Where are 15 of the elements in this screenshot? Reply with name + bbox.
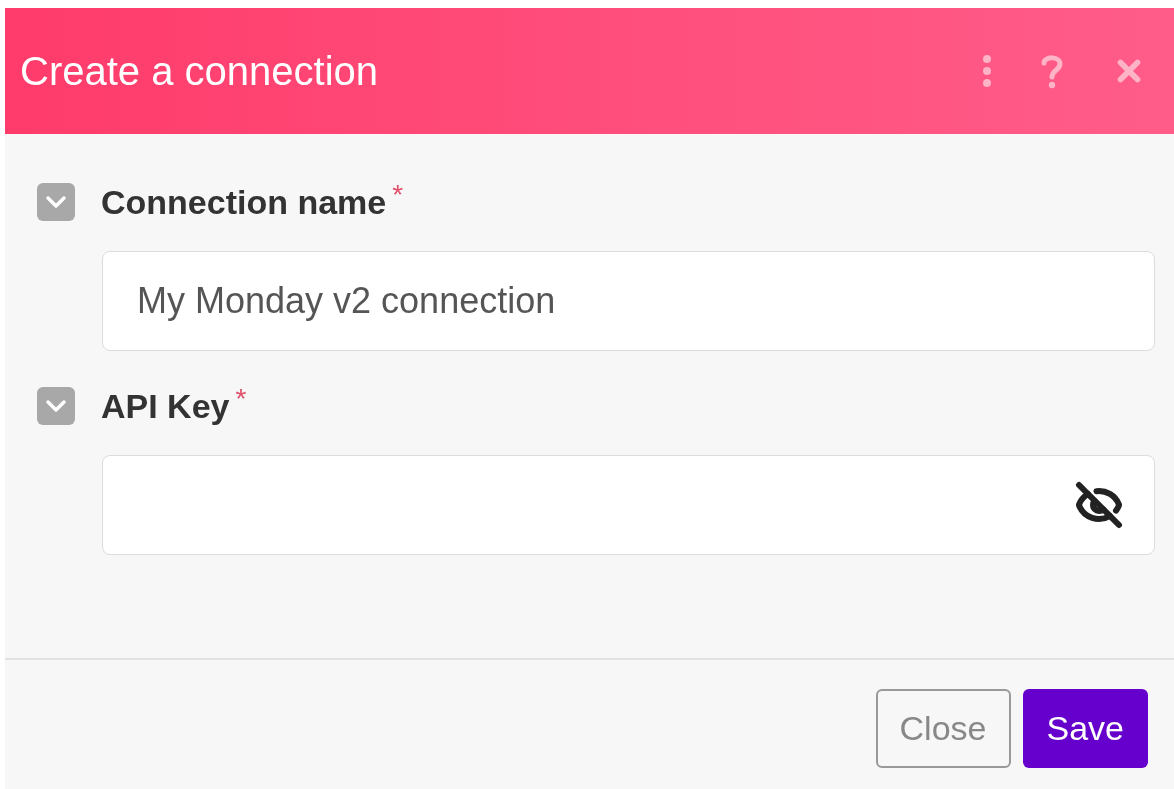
more-options-icon[interactable] [982, 54, 992, 88]
save-button[interactable]: Save [1022, 689, 1148, 768]
collapse-toggle[interactable] [37, 183, 75, 221]
input-field[interactable]: My Monday v2 connection [102, 251, 1155, 351]
required-mark: * [392, 180, 404, 209]
required-mark: * [235, 384, 247, 413]
input-field[interactable] [102, 455, 1155, 555]
field-label: Connection name [101, 181, 387, 223]
chevron-down-icon [45, 399, 67, 413]
hide-password-icon[interactable] [1075, 481, 1123, 529]
help-icon[interactable] [1040, 53, 1064, 89]
collapse-toggle[interactable] [37, 387, 75, 425]
field-label: API Key [101, 385, 230, 427]
chevron-down-icon [45, 195, 67, 209]
dialog-title: Create a connection [20, 48, 379, 95]
